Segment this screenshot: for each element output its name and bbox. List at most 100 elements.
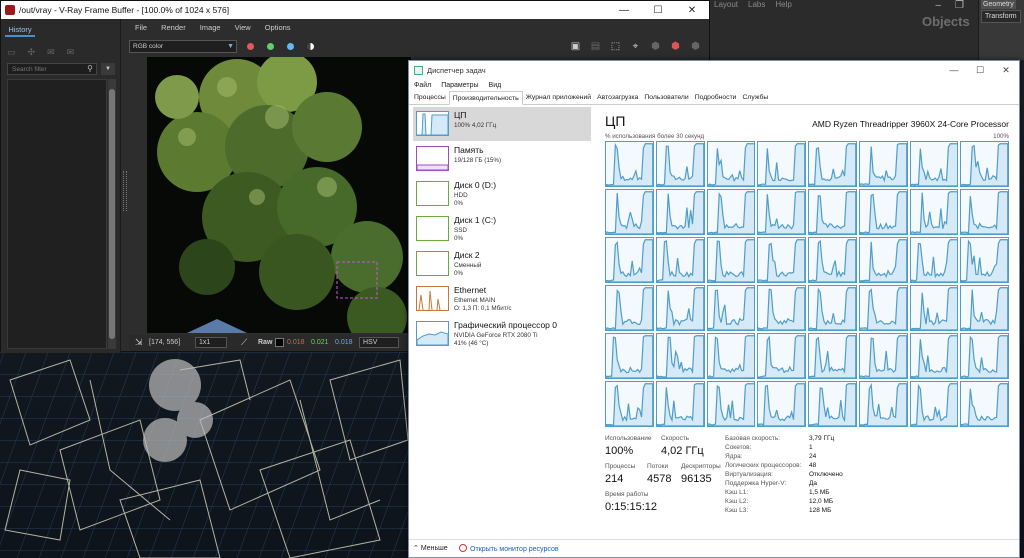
- minimize-icon[interactable]: —: [607, 5, 641, 16]
- remove-icon[interactable]: ✉: [67, 47, 75, 58]
- cpu-usage-line: [809, 144, 856, 186]
- close-icon[interactable]: ✕: [993, 65, 1019, 76]
- sidebar-item-cpu[interactable]: ЦП 100% 4,02 ГГц: [413, 107, 591, 141]
- detail-label: Кэш L1:: [725, 489, 749, 496]
- tab-users[interactable]: Пользователи: [641, 91, 691, 104]
- perf-sidebar: ЦП 100% 4,02 ГГц Память 19/128 ГБ (15%) …: [413, 107, 591, 537]
- history-scroll-thumb[interactable]: [109, 89, 115, 339]
- transform-tab[interactable]: Transform: [981, 10, 1021, 23]
- menu-image[interactable]: Image: [200, 23, 221, 32]
- logical-processor-graph: [706, 237, 756, 283]
- render-image[interactable]: [147, 57, 411, 333]
- cpu-usage-line: [910, 240, 958, 282]
- close-icon[interactable]: ✕: [675, 5, 709, 16]
- menu-view[interactable]: Вид: [489, 82, 502, 89]
- tm-titlebar[interactable]: Диспетчер задач — ☐ ✕: [409, 61, 1019, 79]
- sample-size-select[interactable]: 1x1: [195, 337, 227, 348]
- logical-processor-graph: [605, 189, 654, 235]
- minimize-icon[interactable]: —: [941, 65, 967, 76]
- menu-render[interactable]: Render: [161, 23, 186, 32]
- tab-performance[interactable]: Производительность: [448, 91, 523, 105]
- sidebar-item-disk0[interactable]: Диск 0 (D:) HDD 0%: [413, 177, 591, 211]
- usage-label: Использование: [605, 435, 652, 442]
- sidebar-item-ethernet[interactable]: Ethernet Ethernet MAIN О: 1,3 П: 0,1 Мби…: [413, 282, 591, 316]
- color-space-select[interactable]: HSV: [359, 337, 399, 348]
- detail-value: 12,0 МБ: [809, 498, 834, 505]
- color-picker-icon[interactable]: ⟋: [241, 337, 247, 348]
- detail-value: 3,79 ГГц: [809, 435, 835, 442]
- blue-channel-toggle[interactable]: [287, 43, 294, 50]
- menu-file[interactable]: Файл: [414, 82, 431, 89]
- logical-processor-graph: [757, 333, 806, 379]
- sidebar-item-memory[interactable]: Память 19/128 ГБ (15%): [413, 142, 591, 176]
- logical-processor-graph: [605, 381, 654, 427]
- tm-title: Диспетчер задач: [427, 65, 486, 75]
- load-icon[interactable]: ✉: [47, 47, 55, 58]
- menu-options[interactable]: Options: [265, 23, 291, 32]
- logical-processor-graph: [757, 381, 806, 427]
- history-list[interactable]: [7, 79, 107, 349]
- minimize-icon[interactable]: –: [935, 0, 941, 11]
- color-channel-select[interactable]: RGB color ▼: [129, 40, 237, 53]
- logical-processor-graph: [706, 189, 756, 235]
- fewer-details-button[interactable]: ⌃ Меньше: [413, 544, 448, 552]
- tab-services[interactable]: Службы: [739, 91, 771, 104]
- restore-icon[interactable]: ❐: [955, 0, 964, 11]
- open-resource-monitor-link[interactable]: Открыть монитор ресурсов: [459, 544, 559, 553]
- history-filter-dropdown[interactable]: ▼: [101, 63, 115, 75]
- search-placeholder: Search filter: [12, 66, 47, 73]
- max-menu-item[interactable]: Help: [775, 0, 791, 9]
- cpu-usage-line: [656, 144, 704, 186]
- logical-processor-graph: [909, 381, 959, 427]
- handles-value: 96135: [681, 473, 712, 485]
- cpu-usage-line: [809, 384, 856, 426]
- tab-startup[interactable]: Автозагрузка: [594, 91, 641, 104]
- speed-label: Скорость: [661, 435, 690, 442]
- history-search-input[interactable]: Search filter ⚲: [7, 63, 97, 75]
- track-cursor-icon[interactable]: ⇲: [135, 337, 143, 348]
- stop-render-icon[interactable]: ⬢: [670, 41, 681, 52]
- menu-view[interactable]: View: [235, 23, 251, 32]
- history-tab[interactable]: History: [5, 23, 35, 37]
- save-icon[interactable]: ▭: [7, 47, 16, 58]
- cpu-usage-line: [606, 336, 653, 378]
- maximize-icon[interactable]: ☐: [641, 5, 675, 16]
- sidebar-item-gpu[interactable]: Графический процессор 0 NVIDIA GeForce R…: [413, 317, 591, 351]
- tab-app-history[interactable]: Журнал приложений: [523, 91, 594, 104]
- threads-label: Потоки: [647, 463, 669, 470]
- geometry-dropdown[interactable]: Geometry: [981, 0, 1016, 9]
- tab-details[interactable]: Подробности: [692, 91, 740, 104]
- sidebar-item-disk2[interactable]: Диск 2 Сменный 0%: [413, 247, 591, 281]
- vfb-titlebar[interactable]: /out/vray - V-Ray Frame Buffer - [100.0%…: [1, 1, 709, 19]
- max-menu-item[interactable]: Layout: [714, 0, 738, 9]
- save-all-icon[interactable]: ▤: [590, 41, 601, 52]
- cpu-usage-line: [656, 384, 704, 426]
- save-image-icon[interactable]: ▣: [570, 41, 581, 52]
- max-menu-item[interactable]: Labs: [748, 0, 765, 9]
- logical-processor-grid[interactable]: [605, 141, 1009, 427]
- logical-processor-graph: [655, 333, 705, 379]
- compare-icon[interactable]: ✣: [28, 47, 36, 58]
- red-channel-toggle[interactable]: [247, 43, 254, 50]
- sidebar-item-disk1[interactable]: Диск 1 (C:) SSD 0%: [413, 212, 591, 246]
- menu-options[interactable]: Параметры: [441, 82, 478, 89]
- menu-file[interactable]: File: [135, 23, 147, 32]
- cpu-usage-line: [758, 336, 805, 378]
- green-channel-toggle[interactable]: [267, 43, 274, 50]
- cpu-usage-line: [606, 240, 653, 282]
- region-render-icon[interactable]: ⬚: [610, 41, 621, 52]
- alpha-channel-toggle[interactable]: [307, 43, 314, 50]
- logical-processor-graph: [808, 189, 857, 235]
- detail-label: Поддержка Hyper-V:: [725, 480, 787, 487]
- maximize-icon[interactable]: ☐: [967, 65, 993, 76]
- cpu-usage-line: [758, 384, 805, 426]
- interactive-render-icon[interactable]: ⬢: [690, 41, 701, 52]
- render-last-icon[interactable]: ⬢: [650, 41, 661, 52]
- cpu-usage-line: [859, 384, 907, 426]
- panel-splitter[interactable]: [123, 171, 127, 211]
- task-manager-window: Диспетчер задач — ☐ ✕ Файл Параметры Вид…: [408, 60, 1020, 558]
- tab-processes[interactable]: Процессы: [411, 91, 449, 104]
- logical-processor-graph: [960, 189, 1009, 235]
- cpu-usage-line: [961, 144, 1008, 186]
- track-mouse-icon[interactable]: ⌖: [630, 41, 641, 52]
